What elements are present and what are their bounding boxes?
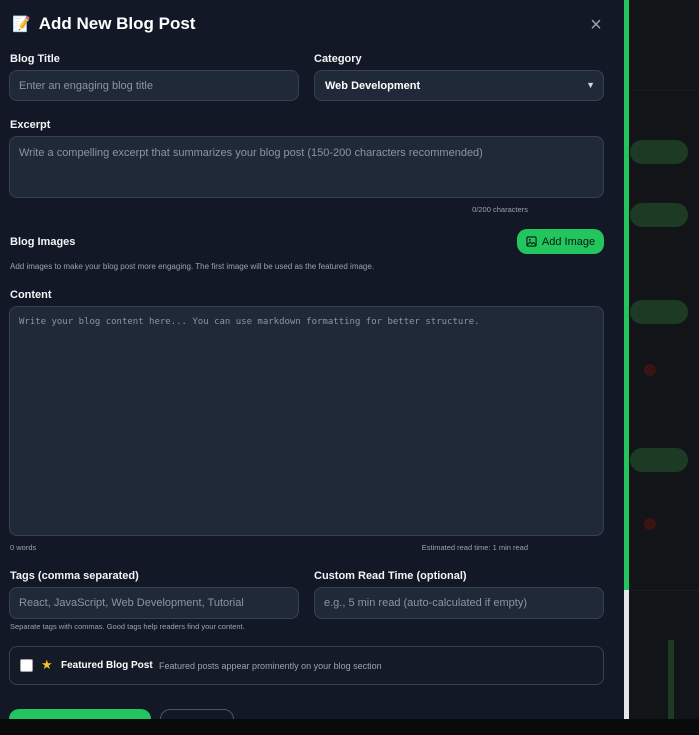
add-image-button-label: Add Image [541,235,596,248]
modal-title: Add New Blog Post [38,14,196,33]
background-dot [644,364,656,376]
featured-description: Featured posts appear prominently on you… [159,661,382,671]
blog-title-label: Blog Title [10,53,60,65]
blog-images-helper: Add images to make your blog post more e… [10,262,375,271]
close-icon: × [590,14,602,36]
star-icon: ★ [41,657,53,672]
excerpt-char-counter: 0/200 characters [472,205,528,214]
featured-label: Featured Blog Post [61,660,153,671]
cancel-button[interactable] [160,709,234,719]
memo-icon: 📝 [12,15,31,33]
add-blog-post-modal: 📝 Add New Blog Post × Blog Title Categor… [0,0,624,719]
background-badge [630,203,688,227]
background-divider [628,590,699,591]
submit-button[interactable] [9,709,151,719]
blog-images-label: Blog Images [10,236,76,248]
background-bar [668,640,674,720]
bottom-strip [0,719,699,735]
modal-scrollbar[interactable] [624,0,629,719]
modal-header: 📝 Add New Blog Post [12,14,195,34]
content-label: Content [10,289,52,301]
chevron-down-icon: ▼ [586,80,595,90]
background-badge [630,140,688,164]
add-image-button[interactable]: Add Image [517,229,604,254]
excerpt-textarea[interactable] [9,136,604,198]
read-time-input[interactable] [314,587,604,619]
tags-input[interactable] [9,587,299,619]
content-read-time: Estimated read time: 1 min read [421,543,528,552]
content-word-count: 0 words [10,543,37,552]
category-label: Category [314,53,362,65]
excerpt-label: Excerpt [10,119,51,131]
close-button[interactable]: × [586,15,606,35]
featured-checkbox[interactable] [20,659,33,672]
category-selected-value: Web Development [325,79,421,92]
tags-helper: Separate tags with commas. Good tags hel… [10,622,245,631]
content-textarea[interactable] [9,306,604,536]
tags-label: Tags (comma separated) [10,570,139,582]
featured-option: ★ Featured Blog Post Featured posts appe… [9,646,604,685]
background-divider [628,90,699,91]
background-badge [630,448,688,472]
background-badge [630,300,688,324]
read-time-label: Custom Read Time (optional) [314,570,467,582]
blog-title-input[interactable] [9,70,299,101]
background-dot [644,518,656,530]
scrollbar-thumb[interactable] [624,0,629,590]
category-select[interactable]: Web Development ▼ [314,70,604,101]
image-icon [526,236,537,247]
